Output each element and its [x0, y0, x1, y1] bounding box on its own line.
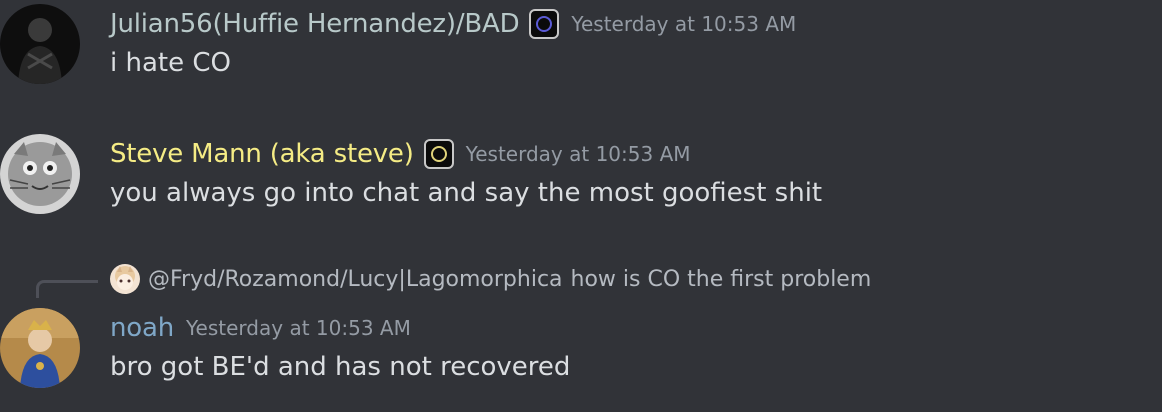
- user-avatar-image: [0, 4, 80, 84]
- timestamp[interactable]: Yesterday at 10:53 AM: [571, 12, 796, 36]
- avatar[interactable]: [0, 134, 80, 214]
- message-text: i hate CO: [110, 48, 231, 78]
- user-avatar-image: [0, 308, 80, 388]
- role-icon[interactable]: [529, 9, 560, 39]
- reply-text[interactable]: how is CO the first problem: [571, 267, 872, 292]
- message-text: you always go into chat and say the most…: [110, 178, 823, 208]
- reply-preview[interactable]: @Fryd/Rozamond/Lucy|Lagomorphica how is …: [110, 263, 871, 295]
- reply-connector: [36, 280, 98, 298]
- user-avatar-image: [0, 134, 80, 214]
- reply-mention[interactable]: @Fryd/Rozamond/Lucy|Lagomorphica: [148, 267, 563, 292]
- role-icon[interactable]: [423, 139, 454, 169]
- username[interactable]: Julian56(Huffie Hernandez)/BAD: [110, 9, 520, 39]
- avatar[interactable]: [0, 4, 80, 84]
- reply-avatar[interactable]: [110, 264, 140, 294]
- message-text: bro got BE'd and has not recovered: [110, 352, 571, 382]
- timestamp[interactable]: Yesterday at 10:53 AM: [466, 142, 691, 166]
- username[interactable]: noah: [110, 313, 174, 343]
- username[interactable]: Steve Mann (aka steve): [110, 139, 414, 169]
- reply-avatar-image: [110, 264, 140, 294]
- timestamp[interactable]: Yesterday at 10:53 AM: [186, 316, 411, 340]
- avatar[interactable]: [0, 308, 80, 388]
